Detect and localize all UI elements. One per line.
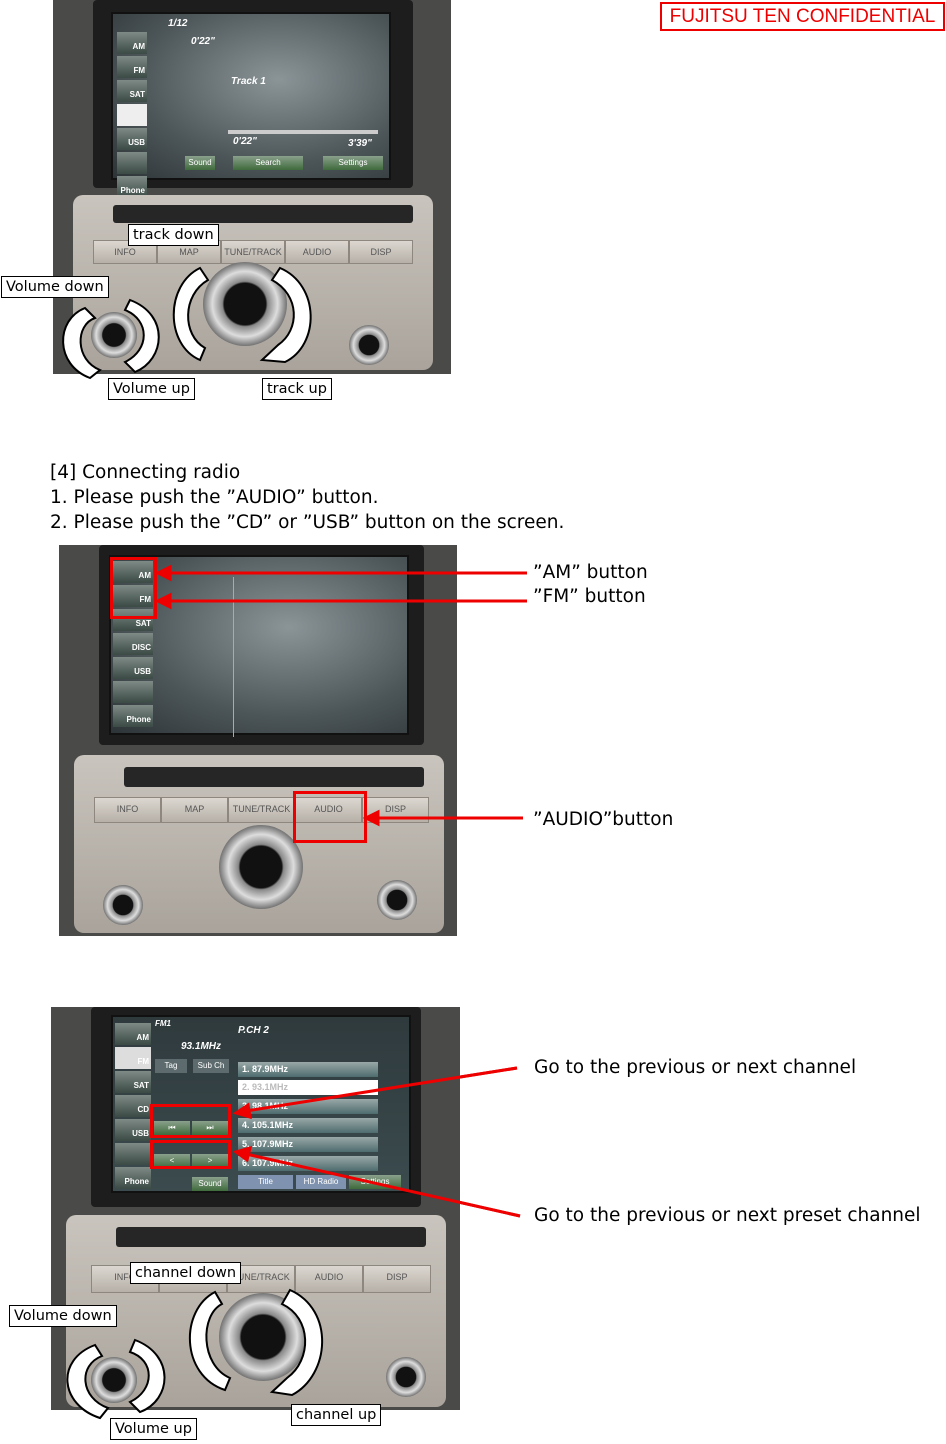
side-sat[interactable]: SAT bbox=[115, 1071, 151, 1093]
preset-3[interactable]: 3. 98.1MHz bbox=[238, 1099, 378, 1114]
frequency: 93.1MHz bbox=[181, 1041, 222, 1052]
side-more[interactable] bbox=[113, 681, 153, 703]
head-unit-photo-cd: AM FM SAT USB Phone 1/12 0'22" Track 1 0… bbox=[53, 0, 451, 374]
label-volume-up: Volume up bbox=[110, 1418, 197, 1440]
play-time: 0'22" bbox=[191, 36, 215, 47]
sound-button[interactable]: Sound bbox=[185, 156, 215, 170]
info-button[interactable]: INFO bbox=[94, 797, 161, 823]
screen: AM FM SAT USB Phone 1/12 0'22" Track 1 0… bbox=[111, 12, 391, 198]
audio-button[interactable]: AUDIO bbox=[285, 240, 349, 264]
side-usb: USB bbox=[117, 128, 147, 150]
preset-5[interactable]: 5. 107.9MHz bbox=[238, 1137, 378, 1152]
label-channel-down: channel down bbox=[130, 1262, 242, 1284]
side-am[interactable]: AM bbox=[115, 1023, 151, 1045]
section-heading: [4] Connecting radio bbox=[50, 462, 241, 483]
callout-fm: ”FM” button bbox=[533, 586, 646, 607]
disp-button[interactable]: DISP bbox=[349, 240, 413, 264]
tune-track-button[interactable]: TUNE/TRACK bbox=[228, 797, 295, 823]
tune-knob[interactable] bbox=[219, 825, 303, 909]
side-disc[interactable]: DISC bbox=[113, 633, 153, 655]
side-usb[interactable]: USB bbox=[113, 657, 153, 679]
step-1: 1. Please push the ”AUDIO” button. bbox=[50, 487, 379, 508]
preset-2[interactable]: 2. 93.1MHz bbox=[238, 1080, 378, 1095]
map-button[interactable]: MAP bbox=[161, 797, 228, 823]
audio-highlight bbox=[293, 791, 367, 843]
preset-nav-highlight bbox=[150, 1140, 231, 1169]
preset-4[interactable]: 4. 105.1MHz bbox=[238, 1118, 378, 1133]
title-button[interactable]: Title bbox=[238, 1175, 293, 1189]
sound-button[interactable]: Sound bbox=[192, 1177, 228, 1191]
callout-am: ”AM” button bbox=[533, 562, 648, 583]
volume-knob[interactable] bbox=[103, 885, 143, 925]
callout-channel: Go to the previous or next channel bbox=[534, 1057, 857, 1078]
side-am: AM bbox=[117, 32, 147, 54]
preset-1[interactable]: 1. 87.9MHz bbox=[238, 1062, 378, 1077]
side-more bbox=[117, 152, 147, 174]
callout-preset: Go to the previous or next preset channe… bbox=[534, 1205, 921, 1226]
band: FM1 bbox=[155, 1019, 171, 1028]
disp-button[interactable]: DISP bbox=[363, 1265, 431, 1293]
label-track-down: track down bbox=[128, 224, 219, 246]
side-more[interactable] bbox=[115, 1143, 151, 1165]
label-volume-down: Volume down bbox=[9, 1305, 117, 1327]
side-fm[interactable]: FM bbox=[115, 1047, 151, 1069]
tune-knob[interactable] bbox=[219, 1293, 307, 1381]
step-2: 2. Please push the ”CD” or ”USB” button … bbox=[50, 512, 565, 533]
side-cd[interactable]: CD bbox=[115, 1095, 151, 1117]
tune-track-button[interactable]: TUNE/TRACK bbox=[221, 240, 285, 264]
label-track-up: track up bbox=[262, 378, 332, 400]
volume-knob[interactable] bbox=[91, 1357, 137, 1403]
tag-button[interactable]: Tag bbox=[155, 1059, 187, 1073]
preset-channel: P.CH 2 bbox=[238, 1025, 269, 1036]
preset-6[interactable]: 6. 107.9MHz bbox=[238, 1156, 378, 1171]
elapsed: 0'22" bbox=[233, 136, 257, 147]
head-unit-photo-radio: AM FM SAT CD USB Phone FM1 P.CH 2 93.1MH… bbox=[51, 1007, 460, 1410]
callout-audio: ”AUDIO”button bbox=[533, 809, 674, 830]
settings-button[interactable]: Settings bbox=[323, 156, 383, 170]
side-phone[interactable]: Phone bbox=[113, 705, 153, 727]
label-volume-up: Volume up bbox=[108, 378, 195, 400]
audio-button[interactable]: AUDIO bbox=[295, 1265, 363, 1293]
confidential-stamp: FUJITSU TEN CONFIDENTIAL bbox=[660, 2, 945, 31]
volume-knob[interactable] bbox=[91, 312, 137, 358]
side-fm: FM bbox=[117, 56, 147, 78]
label-volume-down: Volume down bbox=[1, 276, 109, 298]
power-knob[interactable] bbox=[377, 880, 417, 920]
side-sat: SAT bbox=[117, 80, 147, 102]
side-phone[interactable]: Phone bbox=[115, 1167, 151, 1189]
total: 3'39" bbox=[348, 138, 372, 149]
subch-button[interactable]: Sub Ch bbox=[193, 1059, 229, 1073]
hd-radio-button[interactable]: HD Radio bbox=[296, 1175, 346, 1189]
settings-button[interactable]: Settings bbox=[349, 1175, 401, 1189]
disc-number: 1/12 bbox=[168, 18, 188, 29]
side-usb[interactable]: USB bbox=[115, 1119, 151, 1141]
side-cd bbox=[117, 104, 147, 126]
label-channel-up: channel up bbox=[291, 1404, 382, 1426]
power-knob[interactable] bbox=[349, 325, 389, 365]
disp-button[interactable]: DISP bbox=[362, 797, 429, 823]
am-fm-highlight bbox=[110, 557, 157, 619]
tune-knob[interactable] bbox=[203, 262, 287, 346]
search-button[interactable]: Search bbox=[233, 156, 303, 170]
seek-highlight bbox=[150, 1104, 231, 1138]
track-name: Track 1 bbox=[231, 76, 266, 87]
power-knob[interactable] bbox=[386, 1357, 426, 1397]
